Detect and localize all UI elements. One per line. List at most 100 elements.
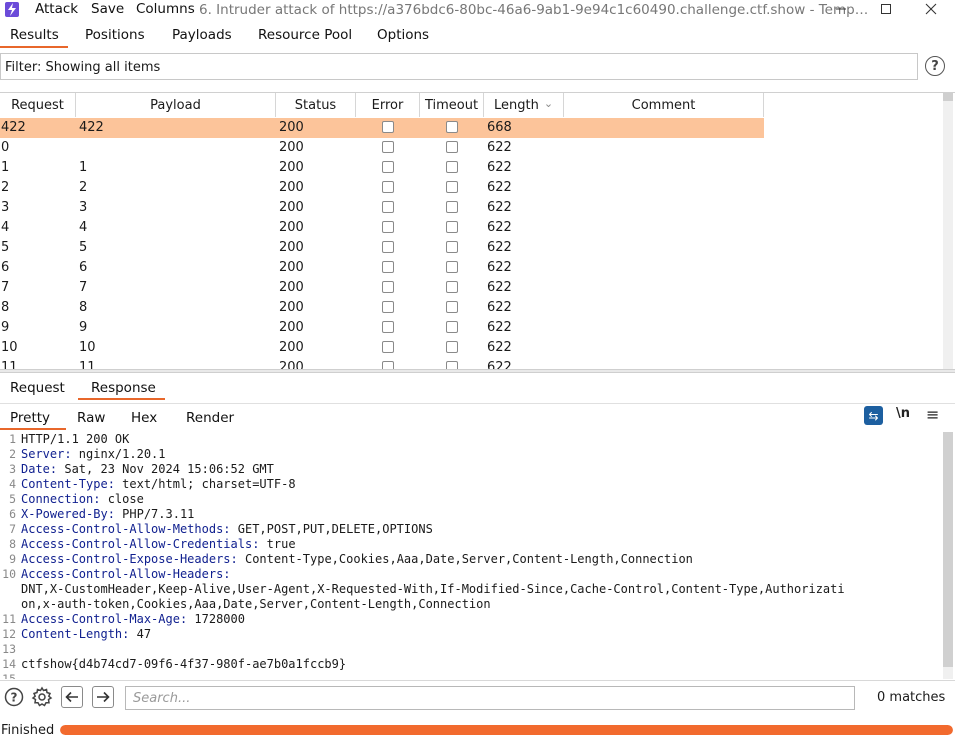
cell-request: 6 — [1, 260, 10, 275]
subtab-request[interactable]: Request — [10, 380, 65, 396]
table-row[interactable]: 9 9 200 622 — [0, 318, 764, 338]
error-checkbox[interactable] — [382, 221, 394, 233]
subtab-response[interactable]: Response — [91, 380, 156, 396]
tab-resource-pool[interactable]: Resource Pool — [258, 27, 352, 43]
timeout-checkbox[interactable] — [446, 321, 458, 333]
show-newlines-icon[interactable]: \n — [896, 406, 910, 421]
column-header-error[interactable]: Error — [356, 93, 420, 117]
cell-length: 622 — [487, 280, 512, 295]
line-number: 2 — [9, 447, 16, 461]
menu-save[interactable]: Save — [91, 1, 124, 17]
column-header-status[interactable]: Status — [276, 93, 356, 117]
line-number: 11 — [2, 612, 16, 626]
column-header-timeout[interactable]: Timeout — [420, 93, 484, 117]
column-header-payload[interactable]: Payload — [76, 93, 276, 117]
timeout-checkbox[interactable] — [446, 301, 458, 313]
table-row[interactable]: 6 6 200 622 — [0, 258, 764, 278]
filter-bar[interactable]: Filter: Showing all items — [0, 53, 918, 80]
code-line: Access-Control-Max-Age: 1728000 — [21, 612, 245, 627]
cell-length: 622 — [487, 260, 512, 275]
error-checkbox[interactable] — [382, 341, 394, 353]
table-row[interactable]: 10 10 200 622 — [0, 338, 764, 358]
error-checkbox[interactable] — [382, 201, 394, 213]
line-number: 5 — [9, 492, 16, 506]
pane-splitter[interactable] — [0, 369, 955, 373]
table-row[interactable]: 5 5 200 622 — [0, 238, 764, 258]
cell-payload: 7 — [79, 280, 88, 295]
hamburger-menu-icon[interactable]: ≡ — [926, 405, 939, 424]
error-checkbox[interactable] — [382, 141, 394, 153]
code-line: Access-Control-Allow-Credentials: true — [21, 537, 296, 552]
word-wrap-icon[interactable]: ⇆ — [864, 406, 883, 425]
menu-columns[interactable]: Columns — [136, 1, 195, 17]
timeout-checkbox[interactable] — [446, 241, 458, 253]
timeout-checkbox[interactable] — [446, 281, 458, 293]
column-header-request[interactable]: Request — [0, 93, 76, 117]
timeout-checkbox[interactable] — [446, 141, 458, 153]
code-line: Content-Length: 47 — [21, 627, 151, 642]
gear-icon[interactable] — [31, 686, 53, 708]
timeout-checkbox[interactable] — [446, 181, 458, 193]
error-checkbox[interactable] — [382, 241, 394, 253]
close-icon[interactable] — [916, 0, 946, 18]
line-number: 4 — [9, 477, 16, 491]
tab-positions[interactable]: Positions — [85, 27, 145, 43]
error-checkbox[interactable] — [382, 161, 394, 173]
timeout-checkbox[interactable] — [446, 261, 458, 273]
maximize-icon[interactable] — [871, 0, 901, 18]
table-row[interactable]: 3 3 200 622 — [0, 198, 764, 218]
code-line: DNT,X-CustomHeader,Keep-Alive,User-Agent… — [21, 582, 845, 596]
error-checkbox[interactable] — [382, 301, 394, 313]
help-icon-bottom[interactable]: ? — [3, 686, 25, 708]
view-tab-raw[interactable]: Raw — [77, 410, 105, 426]
error-checkbox[interactable] — [382, 121, 394, 133]
view-tab-render[interactable]: Render — [186, 410, 234, 426]
cell-request: 10 — [1, 340, 18, 355]
error-checkbox[interactable] — [382, 181, 394, 193]
tab-results[interactable]: Results — [10, 27, 59, 43]
table-row[interactable]: 2 2 200 622 — [0, 178, 764, 198]
minimize-icon[interactable] — [826, 0, 856, 18]
code-line: Content-Type: text/html; charset=UTF-8 — [21, 477, 296, 492]
tab-options[interactable]: Options — [377, 27, 429, 43]
table-scrollbar-thumb[interactable] — [943, 93, 953, 101]
help-icon[interactable]: ? — [925, 56, 945, 76]
line-number: 6 — [9, 507, 16, 521]
code-line: Access-Control-Allow-Methods: GET,POST,P… — [21, 522, 433, 537]
timeout-checkbox[interactable] — [446, 161, 458, 173]
timeout-checkbox[interactable] — [446, 221, 458, 233]
code-line: Date: Sat, 23 Nov 2024 15:06:52 GMT — [21, 462, 274, 477]
table-row[interactable]: 4 4 200 622 — [0, 218, 764, 238]
table-row[interactable]: 1 1 200 622 — [0, 158, 764, 178]
next-match-button[interactable] — [92, 686, 114, 708]
tab-payloads[interactable]: Payloads — [172, 27, 232, 43]
search-input[interactable] — [125, 686, 855, 710]
cell-status: 200 — [279, 240, 304, 255]
cell-length: 622 — [487, 180, 512, 195]
line-number: 13 — [2, 642, 16, 656]
error-checkbox[interactable] — [382, 261, 394, 273]
error-checkbox[interactable] — [382, 321, 394, 333]
editor-scrollbar-thumb[interactable] — [943, 432, 953, 667]
response-editor[interactable]: 1 HTTP/1.1 200 OK 2 Server: nginx/1.20.1 3 Da… — [0, 432, 943, 679]
timeout-checkbox[interactable] — [446, 341, 458, 353]
table-scrollbar[interactable] — [943, 93, 953, 369]
table-row[interactable]: 8 8 200 622 — [0, 298, 764, 318]
cell-request: 9 — [1, 320, 10, 335]
window-title: 6. Intruder attack of https://a376bdc6-8… — [199, 2, 869, 18]
column-header-comment[interactable]: Comment — [564, 93, 764, 117]
view-tab-pretty[interactable]: Pretty — [10, 410, 50, 426]
cell-status: 200 — [279, 340, 304, 355]
menu-attack[interactable]: Attack — [35, 1, 78, 17]
cell-payload: 5 — [79, 240, 88, 255]
column-header-length[interactable]: Length ⌄ — [484, 93, 564, 117]
table-row[interactable]: 0 200 622 — [0, 138, 764, 158]
table-row[interactable]: 422 422 200 668 — [0, 118, 764, 138]
timeout-checkbox[interactable] — [446, 121, 458, 133]
previous-match-button[interactable] — [61, 686, 83, 708]
table-row[interactable]: 7 7 200 622 — [0, 278, 764, 298]
header-value: Content-Type,Cookies,Aaa,Date,Server,Con… — [237, 552, 693, 566]
error-checkbox[interactable] — [382, 281, 394, 293]
timeout-checkbox[interactable] — [446, 201, 458, 213]
view-tab-hex[interactable]: Hex — [131, 410, 157, 426]
